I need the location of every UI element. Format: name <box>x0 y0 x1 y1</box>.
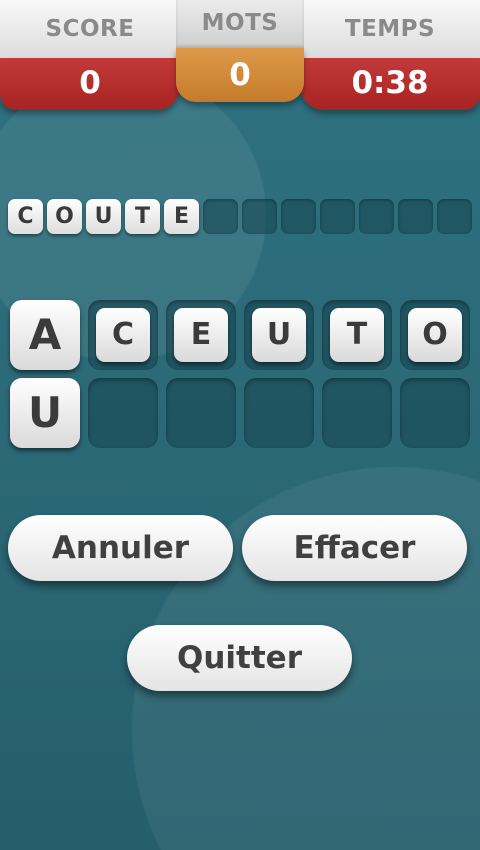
letter-tile[interactable]: A <box>10 300 80 370</box>
letter-tile[interactable]: O <box>408 308 462 362</box>
answer-letter[interactable]: C <box>8 199 43 234</box>
letter-grid: A C E U T O U <box>10 300 472 448</box>
grid-empty-cell <box>400 378 470 448</box>
answer-letter[interactable]: T <box>125 199 160 234</box>
grid-empty-cell <box>244 378 314 448</box>
score-value: 0 <box>0 58 180 110</box>
grid-cell[interactable]: T <box>322 300 392 370</box>
letter-tile[interactable]: U <box>10 378 80 448</box>
score-label: SCORE <box>0 0 180 58</box>
words-label: MOTS <box>176 0 304 48</box>
grid-cell[interactable]: U <box>244 300 314 370</box>
answer-empty-slot <box>437 199 472 234</box>
score-panel: SCORE 0 <box>0 0 180 110</box>
answer-empty-slot <box>398 199 433 234</box>
answer-empty-slot <box>320 199 355 234</box>
grid-empty-cell <box>166 378 236 448</box>
answer-row: C O U T E <box>8 199 472 234</box>
clear-button[interactable]: Effacer <box>242 515 467 581</box>
letter-tile[interactable]: C <box>96 308 150 362</box>
grid-empty-cell <box>88 378 158 448</box>
words-panel: MOTS 0 <box>176 0 304 102</box>
grid-cell[interactable]: C <box>88 300 158 370</box>
answer-empty-slot <box>281 199 316 234</box>
letter-tile[interactable]: T <box>330 308 384 362</box>
time-panel: TEMPS 0:38 <box>300 0 480 110</box>
time-label: TEMPS <box>300 0 480 58</box>
answer-empty-slot <box>242 199 277 234</box>
grid-cell[interactable]: U <box>10 378 80 448</box>
letter-tile[interactable]: E <box>174 308 228 362</box>
quit-button[interactable]: Quitter <box>127 625 352 691</box>
grid-cell[interactable]: O <box>400 300 470 370</box>
grid-empty-cell <box>322 378 392 448</box>
time-value: 0:38 <box>300 58 480 110</box>
answer-letter[interactable]: O <box>47 199 82 234</box>
grid-cell[interactable]: E <box>166 300 236 370</box>
answer-letter[interactable]: U <box>86 199 121 234</box>
grid-cell[interactable]: A <box>10 300 80 370</box>
cancel-button[interactable]: Annuler <box>8 515 233 581</box>
answer-empty-slot <box>359 199 394 234</box>
answer-empty-slot <box>203 199 238 234</box>
answer-letter[interactable]: E <box>164 199 199 234</box>
words-value: 0 <box>176 48 304 102</box>
letter-tile[interactable]: U <box>252 308 306 362</box>
